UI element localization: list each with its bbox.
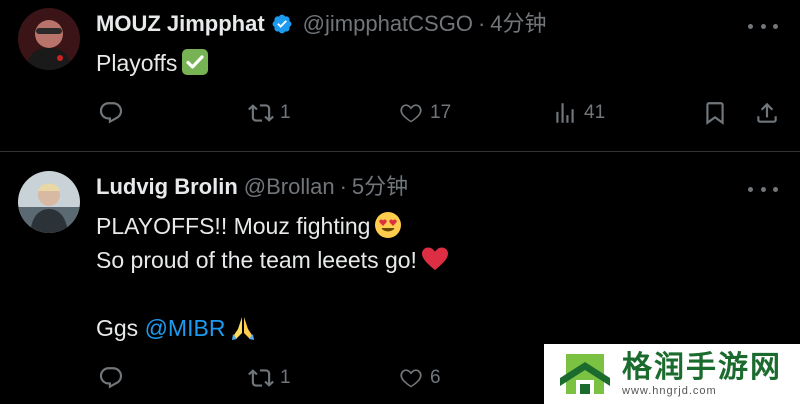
like-button[interactable]: 17 xyxy=(398,100,451,126)
tweet-header: Ludvig Brolin @Brollan · 5分钟 xyxy=(96,173,408,201)
more-options-icon[interactable] xyxy=(748,179,778,199)
retweet-count: 1 xyxy=(280,367,291,388)
bookmark-icon xyxy=(706,102,724,125)
tweet-jimpphat: MOUZ Jimpphat @jimpphatCSGO · 4分钟 Playof… xyxy=(0,0,800,152)
views-count: 41 xyxy=(584,102,606,123)
site-watermark: 格润手游网 www.hngrjd.com xyxy=(544,344,800,404)
more-options-icon[interactable] xyxy=(748,16,778,36)
author-name[interactable]: MOUZ Jimpphat xyxy=(96,10,265,38)
verified-badge-icon xyxy=(272,14,292,34)
author-name[interactable]: Ludvig Brolin xyxy=(96,173,238,201)
tweet-text-line: PLAYOFFS!! Mouz fighting xyxy=(96,213,371,239)
heart-eyes-emoji-icon xyxy=(375,212,402,238)
folded-hands-emoji-icon xyxy=(232,317,255,340)
red-heart-emoji-icon xyxy=(421,247,448,270)
tweet-actions: 1 17 41 xyxy=(0,100,800,130)
reply-button[interactable] xyxy=(98,100,130,126)
reply-button[interactable] xyxy=(98,365,130,391)
watermark-title: 格润手游网 xyxy=(622,351,782,384)
share-button[interactable] xyxy=(754,100,780,126)
watermark-url: www.hngrjd.com xyxy=(622,385,717,397)
heart-icon xyxy=(400,369,422,388)
tweet-text-line: Playoffs xyxy=(96,50,178,76)
avatar-jimpphat[interactable] xyxy=(18,8,80,70)
heart-icon xyxy=(400,104,422,123)
tweet-text: Playoffs xyxy=(96,46,209,80)
retweet-button[interactable]: 1 xyxy=(248,365,291,391)
retweet-icon xyxy=(248,369,274,387)
tweet-text: PLAYOFFS!! Mouz fighting So proud of the… xyxy=(96,209,449,345)
like-count: 6 xyxy=(430,367,441,388)
tweet-text-line: Ggs xyxy=(96,315,145,341)
tweet-text-line: So proud of the team leeets go! xyxy=(96,247,417,273)
bookmark-button[interactable] xyxy=(702,100,728,126)
house-logo-icon xyxy=(560,354,610,394)
timestamp[interactable]: 4分钟 xyxy=(490,10,546,38)
avatar-brollan[interactable] xyxy=(18,171,80,233)
author-handle[interactable]: @jimpphatCSGO xyxy=(303,10,473,38)
views-chart-icon xyxy=(556,103,574,123)
check-mark-button-icon xyxy=(182,49,209,75)
mention-link[interactable]: @MIBR xyxy=(145,315,226,341)
separator-dot: · xyxy=(477,11,486,36)
like-count: 17 xyxy=(430,102,452,123)
tweet-header: MOUZ Jimpphat @jimpphatCSGO · 4分钟 xyxy=(96,10,547,38)
views-button[interactable]: 41 xyxy=(552,100,605,126)
like-button[interactable]: 6 xyxy=(398,365,441,391)
author-handle[interactable]: @Brollan xyxy=(244,173,335,201)
retweet-count: 1 xyxy=(280,102,291,123)
reply-icon xyxy=(99,102,123,124)
reply-icon xyxy=(99,367,123,389)
separator-dot: · xyxy=(339,174,347,199)
retweet-icon xyxy=(248,104,274,122)
share-icon xyxy=(757,102,777,123)
retweet-button[interactable]: 1 xyxy=(248,100,291,126)
timestamp[interactable]: 5分钟 xyxy=(352,173,408,201)
